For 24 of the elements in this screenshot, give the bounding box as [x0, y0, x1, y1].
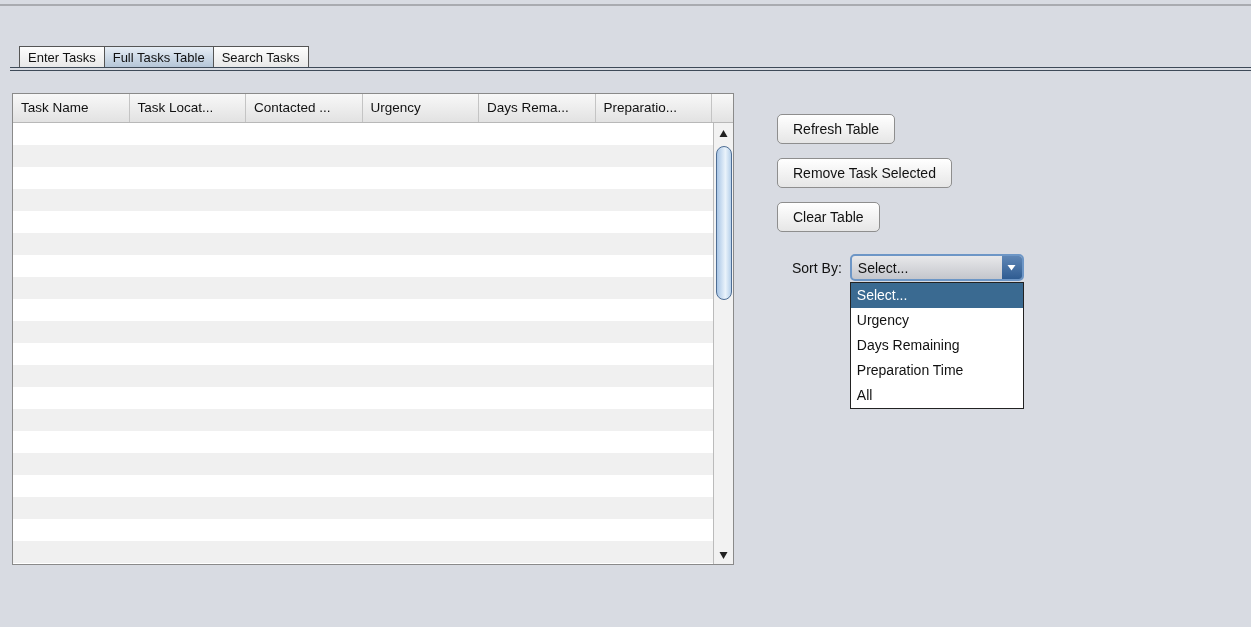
scroll-thumb[interactable] — [715, 146, 732, 300]
column-header[interactable]: Urgency — [362, 94, 480, 122]
dropdown-option[interactable]: Urgency — [850, 308, 1023, 333]
action-button[interactable]: Refresh Table — [777, 114, 896, 144]
sort-dropdown[interactable]: Select... — [849, 254, 1024, 281]
dropdown-option[interactable]: All — [850, 383, 1023, 408]
dropdown-option[interactable]: Select... — [850, 283, 1023, 308]
caret-icon — [1007, 264, 1017, 271]
column-header[interactable]: Task Name — [13, 94, 130, 122]
column-header[interactable]: Contacted ... — [246, 94, 363, 122]
action-button[interactable]: Clear Table — [777, 202, 880, 232]
sort-label: Sort By: — [792, 260, 842, 276]
scroll-down-icon[interactable] — [719, 551, 728, 560]
column-header[interactable]: Task Locat... — [129, 94, 247, 122]
action-button[interactable]: Remove Task Selected — [777, 158, 952, 188]
dropdown-option[interactable]: Days Remaining — [850, 333, 1023, 358]
scrollbar[interactable] — [713, 123, 733, 564]
tab[interactable]: Enter Tasks — [19, 46, 105, 67]
column-header[interactable]: Preparatio... — [595, 94, 713, 122]
column-header[interactable]: Days Rema... — [479, 94, 596, 122]
tab[interactable]: Search Tasks — [212, 46, 309, 67]
scroll-up-icon[interactable] — [719, 129, 728, 138]
dropdown-option[interactable]: Preparation Time — [850, 358, 1023, 383]
tab[interactable]: Full Tasks Table — [103, 46, 214, 67]
